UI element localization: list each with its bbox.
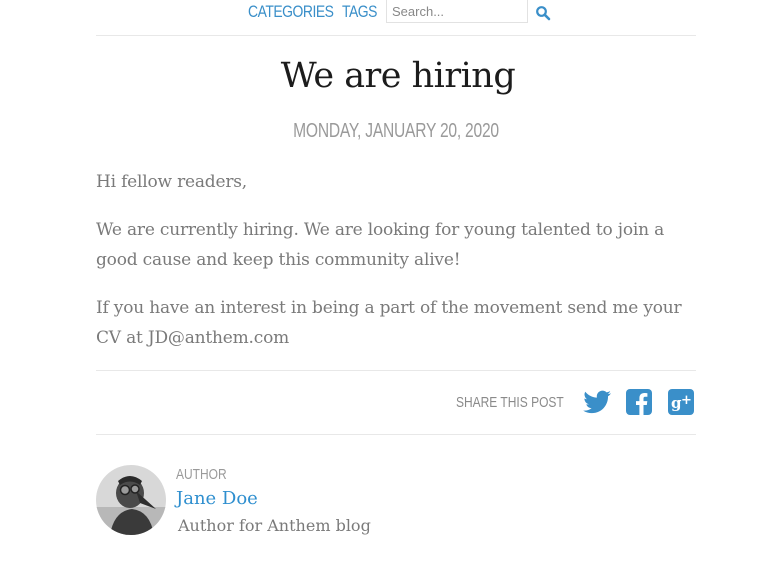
nav-tags-link[interactable]: TAGS [342,2,377,22]
post-paragraph: We are currently hiring. We are looking … [96,220,665,270]
search-input[interactable] [386,0,528,23]
nav-categories-link[interactable]: CATEGORIES [248,2,334,22]
share-label: SHARE THIS POST [456,393,564,411]
post-title: We are hiring [280,56,516,96]
share-divider-top [96,370,696,371]
post-date: MONDAY, JANUARY 20, 2020 [293,120,499,142]
author-bio: Author for Anthem blog [178,516,371,535]
author-label: AUTHOR [176,466,227,483]
share-divider-bottom [96,434,696,435]
header-divider [96,35,696,36]
svg-text:+: + [681,393,692,408]
search-icon[interactable] [535,5,551,21]
facebook-icon[interactable] [624,388,654,416]
post-paragraph: If you have an interest in being a part … [96,298,682,348]
author-avatar [96,465,166,535]
post-paragraph: Hi fellow readers, [96,172,248,192]
twitter-icon[interactable] [582,388,612,416]
share-bar: SHARE THIS POST g + [429,388,696,416]
google-plus-icon[interactable]: g + [666,388,696,416]
top-nav: CATEGORIES TAGS [0,0,768,26]
author-name-link[interactable]: Jane Doe [176,488,258,509]
